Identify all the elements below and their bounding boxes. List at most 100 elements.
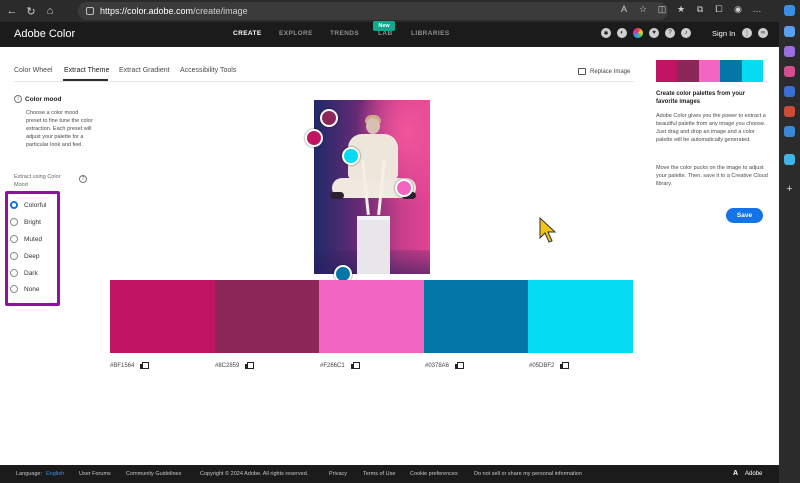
preview-color-3	[698, 60, 721, 82]
subtab-color-wheel[interactable]: Color Wheel	[14, 67, 53, 74]
refresh-icon[interactable]: ↻	[24, 4, 38, 18]
mood-option-none[interactable]: None	[10, 285, 40, 293]
back-icon[interactable]: ←	[5, 4, 19, 18]
notifications-icon[interactable]: ♪	[681, 28, 691, 38]
right-panel-paragraph-2: Move the color pucks on the image to adj…	[656, 165, 768, 187]
search-sidebar-icon[interactable]	[784, 26, 795, 37]
preview-color-2	[677, 60, 699, 82]
footer-link-terms[interactable]: Terms of Use	[363, 471, 395, 477]
theme-toggle-icon[interactable]: ◐	[617, 28, 627, 38]
swatch-4[interactable]	[423, 280, 529, 353]
collections-icon[interactable]: ⧉	[694, 3, 706, 15]
info-icon[interactable]: i	[14, 95, 22, 103]
footer-link-privacy[interactable]: Privacy	[329, 471, 347, 477]
footer-link-user-forums[interactable]: User Forums	[79, 471, 111, 477]
swatch-1[interactable]	[110, 280, 215, 353]
subtab-extract-theme[interactable]: Extract Theme	[64, 67, 109, 74]
save-button[interactable]: Save	[726, 208, 763, 223]
color-puck-3[interactable]	[395, 179, 413, 197]
read-aloud-icon[interactable]: A	[618, 3, 630, 15]
apps-grid-icon[interactable]: ⋮	[742, 28, 752, 38]
copy-icon[interactable]	[455, 362, 465, 369]
color-mood-header: i Color mood	[14, 95, 61, 103]
radio-icon[interactable]	[10, 235, 18, 243]
heart-icon[interactable]: ♥	[649, 28, 659, 38]
footer-link-community-guidelines[interactable]: Community Guidelines	[126, 471, 181, 477]
color-wheel-icon[interactable]	[633, 28, 643, 38]
radio-icon[interactable]	[10, 285, 18, 293]
accessibility-icon[interactable]: ✱	[601, 28, 611, 38]
copy-icon[interactable]	[245, 362, 255, 369]
outlook-sidebar-icon[interactable]	[784, 86, 795, 97]
copy-icon[interactable]	[560, 362, 570, 369]
lock-icon	[86, 7, 94, 15]
brand-title[interactable]: Adobe Color	[14, 28, 75, 40]
add-sidebar-icon[interactable]: +	[784, 184, 795, 195]
subtab-extract-gradient[interactable]: Extract Gradient	[119, 67, 170, 74]
hex-code-5: #05DBF2	[529, 362, 570, 369]
office-sidebar-icon[interactable]	[784, 106, 795, 117]
screen: ← ↻ ⌂ https://color.adobe.com/create/ima…	[0, 0, 800, 483]
swatch-2[interactable]	[214, 280, 320, 353]
footer-link-do-not-sell[interactable]: Do not sell or share my personal informa…	[474, 471, 582, 477]
copilot-icon[interactable]: ◉	[732, 3, 744, 15]
pedestal	[357, 220, 390, 274]
radio-checked-icon[interactable]	[10, 201, 18, 209]
copilot-sidebar-icon[interactable]	[784, 5, 795, 16]
footer-link-cookie-preferences[interactable]: Cookie preferences	[410, 471, 458, 477]
split-screen-icon[interactable]: ◫	[656, 3, 668, 15]
extensions-icon[interactable]: ⧠	[713, 3, 725, 15]
language-selector[interactable]: English	[46, 471, 64, 477]
more-icon[interactable]: …	[751, 3, 763, 15]
extract-mood-label: Extract using Color Mood	[14, 174, 61, 188]
image-icon	[578, 68, 586, 75]
replace-image-button[interactable]: Replace Image	[578, 68, 630, 75]
swatch-5[interactable]	[528, 280, 633, 353]
preview-color-1	[656, 60, 678, 82]
radio-icon[interactable]	[10, 252, 18, 260]
mood-option-bright[interactable]: Bright	[10, 218, 41, 226]
color-puck-5[interactable]	[342, 147, 360, 165]
adobe-logo-icon: A	[733, 470, 739, 477]
nav-tab-libraries[interactable]: LIBRARIES	[411, 30, 450, 37]
palette-preview	[656, 60, 764, 82]
radio-icon[interactable]	[10, 218, 18, 226]
language-label: Language:	[16, 471, 42, 477]
nav-tab-lab[interactable]: LAB	[378, 30, 393, 37]
hex-code-1: #BF1564	[110, 362, 150, 369]
color-puck-1[interactable]	[305, 129, 323, 147]
help-icon[interactable]: ?	[665, 28, 675, 38]
hex-code-3: #F266C1	[320, 362, 360, 369]
lab-new-badge: New	[373, 21, 395, 31]
home-icon[interactable]: ⌂	[43, 4, 57, 18]
favorites-icon[interactable]: ★	[675, 3, 687, 15]
sign-in-link[interactable]: Sign In	[712, 29, 735, 38]
radio-icon[interactable]	[10, 269, 18, 277]
right-panel-title: Create color palettes from your favorite…	[656, 91, 746, 105]
nav-tab-create[interactable]: CREATE	[233, 30, 262, 37]
help-circle-icon[interactable]: ?	[79, 175, 87, 183]
palette-swatches	[110, 280, 633, 353]
mood-option-dark[interactable]: Dark	[10, 269, 38, 277]
mood-option-colorful[interactable]: Colorful	[10, 201, 46, 209]
copy-icon[interactable]	[350, 362, 360, 369]
creative-cloud-icon[interactable]: ∞	[758, 28, 768, 38]
tab-divider	[14, 81, 634, 82]
mood-option-deep[interactable]: Deep	[10, 252, 40, 260]
right-panel-paragraph-1: Adobe Color gives you the power to extra…	[656, 113, 766, 143]
favorite-star-icon[interactable]: ☆	[637, 3, 649, 15]
shopping-sidebar-icon[interactable]	[784, 154, 795, 165]
copy-icon[interactable]	[140, 362, 150, 369]
tools-sidebar-icon[interactable]	[784, 66, 795, 77]
subtab-accessibility-tools[interactable]: Accessibility Tools	[180, 67, 236, 74]
drop-sidebar-icon[interactable]	[784, 126, 795, 137]
address-bar[interactable]: https://color.adobe.com/create/image	[78, 2, 668, 20]
color-puck-2[interactable]	[320, 109, 338, 127]
nav-icons: ✱ ◐ ♥ ? ♪	[601, 28, 691, 38]
nav-tab-trends[interactable]: TRENDS	[330, 30, 359, 37]
mood-option-muted[interactable]: Muted	[10, 235, 42, 243]
mouse-cursor-icon	[539, 217, 557, 243]
games-sidebar-icon[interactable]	[784, 46, 795, 57]
swatch-3[interactable]	[319, 280, 424, 353]
nav-tab-explore[interactable]: EXPLORE	[279, 30, 313, 37]
